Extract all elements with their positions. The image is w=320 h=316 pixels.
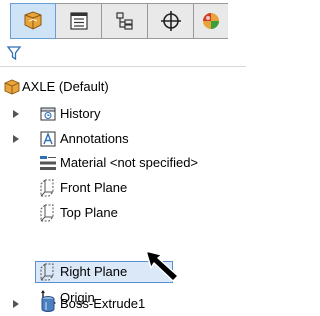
material-icon — [38, 153, 58, 173]
tab-feature-manager[interactable] — [10, 3, 56, 39]
expand-arrow-icon[interactable] — [12, 133, 20, 145]
tree-item-material[interactable]: Material <not specified> — [0, 151, 246, 175]
part-icon — [2, 77, 22, 97]
filter-button[interactable] — [4, 43, 24, 63]
tree-item-boss-extrude1[interactable]: Boss-Extrude1 — [0, 292, 246, 316]
tree-item-label: History — [60, 106, 101, 121]
configuration-icon — [115, 12, 133, 30]
tree-item-history[interactable]: History — [0, 102, 246, 126]
tree-item-label: Annotations — [60, 131, 129, 146]
tree-item-label: Boss-Extrude1 — [60, 296, 146, 311]
tab-display-manager[interactable] — [194, 3, 228, 39]
tree-item-top-plane[interactable]: Top Plane — [0, 201, 246, 225]
feature-manager-panel: AXLE (Default) History Annotations Mater… — [0, 0, 246, 316]
tab-property-manager[interactable] — [56, 3, 102, 39]
expand-arrow-icon[interactable] — [12, 108, 20, 120]
extrude-feature-icon — [38, 294, 58, 314]
property-list-icon — [69, 12, 88, 30]
dimxpert-crosshair-icon — [160, 11, 181, 31]
plane-icon — [38, 203, 58, 223]
tree-item-label: Top Plane — [60, 205, 118, 220]
tree-item-label: Right Plane — [60, 264, 128, 279]
tree-item-annotations[interactable]: Annotations — [0, 127, 246, 151]
part-icon — [24, 11, 42, 30]
expand-arrow-icon[interactable] — [12, 298, 20, 310]
annotations-icon — [38, 129, 58, 149]
plane-icon — [38, 262, 58, 282]
filter-divider — [0, 66, 246, 67]
tree-root-axle[interactable]: AXLE (Default) — [0, 75, 246, 99]
plane-icon — [38, 178, 58, 198]
manager-tab-strip — [10, 3, 246, 39]
history-folder-icon — [38, 104, 58, 124]
tree-item-front-plane[interactable]: Front Plane — [0, 176, 246, 200]
tab-dimxpert-manager[interactable] — [148, 3, 194, 39]
tree-item-label: Material <not specified> — [60, 155, 199, 170]
tree-root-label: AXLE (Default) — [22, 79, 109, 94]
tab-configuration-manager[interactable] — [102, 3, 148, 39]
tree-item-right-plane[interactable]: Right Plane — [0, 260, 246, 284]
filter-funnel-icon — [6, 46, 22, 61]
tree-item-label: Front Plane — [60, 180, 128, 195]
appearance-sphere-icon — [203, 13, 219, 29]
mouse-pointer-arrow-icon — [145, 250, 179, 282]
